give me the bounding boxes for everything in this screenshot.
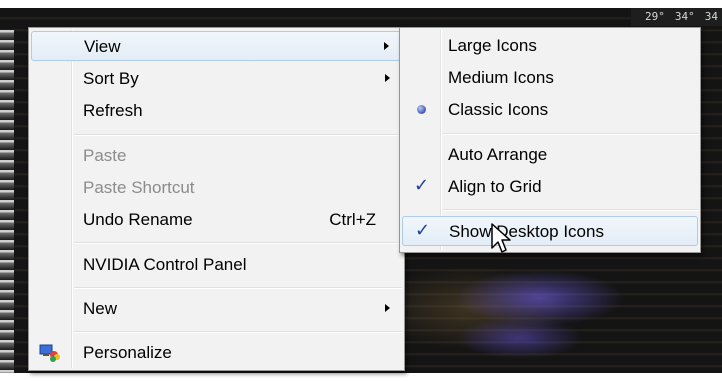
submenu-arrow-icon [385, 74, 390, 82]
menu-separator [74, 331, 402, 333]
menu-item-sort-by[interactable]: Sort By [31, 64, 402, 94]
menu-item-label: Large Icons [448, 36, 537, 55]
menu-item-label: Align to Grid [448, 177, 542, 196]
menu-item-label: New [83, 299, 118, 318]
top-white-margin [0, 0, 722, 8]
keyboard-shortcut: Ctrl+Z [329, 210, 376, 229]
desktop-context-menu: View Sort By Refresh Paste Paste Shortcu… [28, 27, 405, 371]
menu-separator [74, 242, 402, 244]
menu-item-undo-rename[interactable]: Undo Rename Ctrl+Z [31, 205, 402, 235]
personalize-icon [39, 344, 60, 362]
radio-selected-icon [417, 105, 426, 114]
menu-item-align-to-grid[interactable]: ✓ Align to Grid [402, 172, 698, 202]
temperature-value-2: 34° [674, 10, 695, 23]
menu-item-label: Paste Shortcut [83, 178, 195, 197]
menu-item-label: Classic Icons [448, 100, 549, 119]
menu-item-label: Personalize [83, 343, 172, 362]
menu-item-label: Show Desktop Icons [449, 222, 604, 241]
view-submenu: Large Icons Medium Icons Classic Icons A… [399, 27, 701, 253]
temperature-value-1: 29° [645, 10, 665, 23]
menu-separator [74, 134, 402, 136]
submenu-arrow-icon [385, 304, 390, 312]
menu-item-label: Medium Icons [448, 68, 554, 87]
menu-item-label: View [84, 37, 121, 56]
menu-separator [443, 133, 698, 135]
submenu-arrow-icon [384, 42, 389, 50]
menu-item-auto-arrange[interactable]: Auto Arrange [402, 140, 698, 170]
menu-item-personalize[interactable]: Personalize [31, 338, 402, 368]
mouse-pointer-icon [491, 223, 511, 253]
menu-separator [443, 209, 698, 211]
menu-item-paste-shortcut: Paste Shortcut [31, 173, 402, 203]
menu-item-paste: Paste [31, 141, 402, 171]
menu-item-label: Refresh [83, 101, 143, 120]
menu-item-view[interactable]: View [31, 31, 402, 61]
menu-item-label: NVIDIA Control Panel [83, 255, 247, 274]
checkmark-icon: ✓ [415, 220, 431, 241]
menu-separator [74, 287, 402, 289]
menu-item-refresh[interactable]: Refresh [31, 96, 402, 126]
menu-item-nvidia-control-panel[interactable]: NVIDIA Control Panel [31, 250, 402, 280]
desktop-edge-strip [0, 30, 14, 373]
bottom-white-margin [0, 373, 722, 381]
menu-item-new[interactable]: New [31, 294, 402, 324]
menu-item-label: Undo Rename [83, 210, 193, 229]
menu-item-medium-icons[interactable]: Medium Icons [402, 63, 698, 93]
menu-item-classic-icons[interactable]: Classic Icons [402, 95, 698, 125]
menu-item-label: Sort By [83, 69, 139, 88]
temperature-readout: 29° 34° 34 [631, 8, 722, 26]
menu-item-large-icons[interactable]: Large Icons [402, 31, 698, 61]
menu-item-show-desktop-icons[interactable]: ✓ Show Desktop Icons [402, 216, 698, 246]
temperature-value-3: 34 [704, 10, 718, 23]
menu-item-label: Auto Arrange [448, 145, 548, 164]
checkmark-icon: ✓ [414, 175, 430, 196]
menu-item-label: Paste [83, 146, 127, 165]
